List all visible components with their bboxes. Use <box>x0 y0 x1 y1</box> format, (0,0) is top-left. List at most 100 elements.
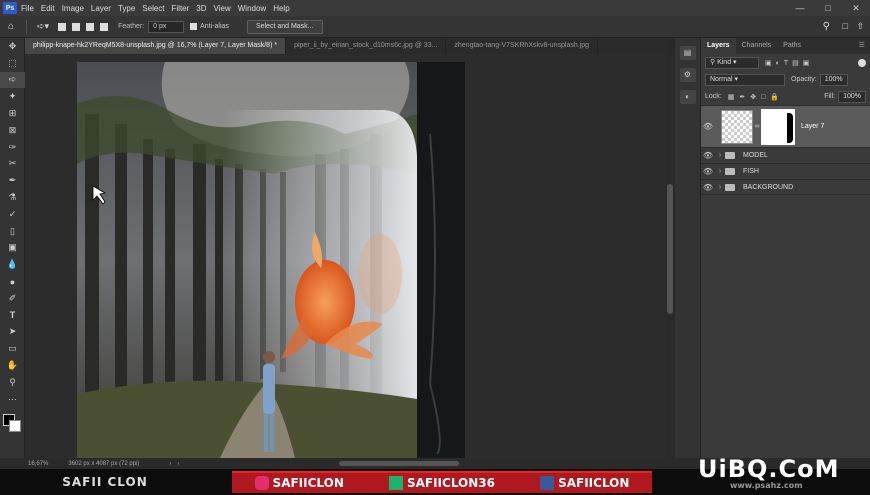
menu-help[interactable]: Help <box>273 4 289 13</box>
scrollbar-thumb[interactable] <box>667 184 673 314</box>
menu-3d[interactable]: 3D <box>196 4 206 13</box>
folder-icon <box>725 183 735 191</box>
layer-thumbnail[interactable] <box>721 109 753 144</box>
tab-philipp-knape[interactable]: philipp-knape-hk2YReqM5X8-unsplash.jpg @… <box>25 38 287 54</box>
rectangle-tool-icon[interactable]: ▭ <box>0 340 25 357</box>
vertical-scrollbar[interactable] <box>665 54 675 458</box>
eraser-tool-icon[interactable]: ▯ <box>0 223 25 240</box>
menu-layer[interactable]: Layer <box>91 4 111 13</box>
path-selection-tool-icon[interactable]: ➤ <box>0 324 25 341</box>
marquee-tool-icon[interactable]: ⬚ <box>0 55 25 72</box>
chevron-right-icon[interactable]: › <box>169 461 171 467</box>
move-tool-icon[interactable]: ✥ <box>0 38 25 55</box>
fill-input[interactable]: 100% <box>838 90 866 103</box>
brush-tool-icon[interactable]: ✒ <box>0 172 25 189</box>
subtract-selection-icon[interactable] <box>86 22 95 31</box>
layer-row-fish[interactable]: 👁 › FISH <box>701 163 870 179</box>
layer-name[interactable]: BACKGROUND <box>743 184 793 191</box>
layer-name[interactable]: FISH <box>743 168 759 175</box>
chevron-right-icon[interactable]: › <box>715 184 725 191</box>
canvas-area[interactable] <box>25 54 665 458</box>
blend-mode-select[interactable]: Normal ▾ <box>705 73 785 86</box>
lasso-preset-icon[interactable]: ➪▾ <box>37 21 49 32</box>
select-and-mask-button[interactable]: Select and Mask... <box>246 19 323 34</box>
minimize-icon[interactable]: — <box>786 0 814 16</box>
menu-filter[interactable]: Filter <box>172 4 190 13</box>
intersect-selection-icon[interactable] <box>100 22 109 31</box>
menu-view[interactable]: View <box>214 4 231 13</box>
kind-label: Kind <box>717 58 732 66</box>
close-icon[interactable]: ✕ <box>842 0 870 16</box>
quick-select-tool-icon[interactable]: ✦ <box>0 88 25 105</box>
tab-layers[interactable]: Layers <box>701 38 736 54</box>
maximize-icon[interactable]: □ <box>814 0 842 16</box>
visibility-eye-icon[interactable]: 👁 <box>701 151 715 160</box>
social-strip: SAFIICLON SAFIICLON36 SAFIICLON <box>232 471 652 493</box>
color-swatches[interactable] <box>0 408 24 438</box>
menu-file[interactable]: File <box>21 4 34 13</box>
panel-menu-icon[interactable]: ☰ <box>859 38 870 54</box>
layer-row-background[interactable]: 👁 › BACKGROUND <box>701 179 870 195</box>
healing-brush-tool-icon[interactable]: ✂ <box>0 156 25 173</box>
add-selection-icon[interactable] <box>72 22 81 31</box>
menu-image[interactable]: Image <box>62 4 84 13</box>
layer-name[interactable]: Layer 7 <box>801 123 824 130</box>
antialias-checkbox[interactable] <box>190 23 198 30</box>
layer-row-layer7[interactable]: 👁 ∞ Layer 7 <box>701 105 870 147</box>
properties-panel-icon[interactable]: ⚙ <box>679 68 696 82</box>
menu-edit[interactable]: Edit <box>41 4 55 13</box>
visibility-eye-icon[interactable]: 👁 <box>701 122 715 131</box>
crop-tool-icon[interactable]: ⊞ <box>0 105 25 122</box>
clone-stamp-tool-icon[interactable]: ⚗ <box>0 189 25 206</box>
gradient-tool-icon[interactable]: ▣ <box>0 240 25 257</box>
home-icon[interactable]: ⌂ <box>0 21 22 32</box>
filter-toggle[interactable] <box>858 58 866 67</box>
vine-text: SAFIICLON36 <box>406 475 495 490</box>
visibility-eye-icon[interactable]: 👁 <box>701 183 715 192</box>
frame-tool-icon[interactable]: ⊠ <box>0 122 25 139</box>
tab-zhengtao-tang[interactable]: zhengtao-tang-V7SKRhXskv8-unsplash.jpg <box>446 38 599 54</box>
link-icon[interactable]: ∞ <box>753 123 761 130</box>
dodge-tool-icon[interactable]: ● <box>0 273 25 290</box>
menu-window[interactable]: Window <box>238 4 266 13</box>
tab-channels[interactable]: Channels <box>736 38 778 54</box>
filter-type-icons[interactable]: ▣◐T▤▣ <box>765 59 813 67</box>
blur-tool-icon[interactable]: 💧 <box>0 256 25 273</box>
document-canvas[interactable] <box>25 54 665 458</box>
workspace-icon[interactable]: □ <box>843 21 848 31</box>
lasso-tool-icon[interactable]: ➪ <box>0 71 25 89</box>
tab-paths[interactable]: Paths <box>777 38 807 54</box>
menu-select[interactable]: Select <box>142 4 164 13</box>
menu-type[interactable]: Type <box>118 4 135 13</box>
more-tools-icon[interactable]: ⋯ <box>0 391 25 408</box>
layer-mask-thumbnail[interactable] <box>761 108 795 145</box>
document-tabs: philipp-knape-hk2YReqM5X8-unsplash.jpg @… <box>25 38 670 54</box>
share-icon[interactable]: ⇧ <box>856 21 864 32</box>
hand-tool-icon[interactable]: ✋ <box>0 357 25 374</box>
lock-icons[interactable]: ▦✒✥□🔒 <box>728 93 784 101</box>
horizontal-scrollbar[interactable] <box>339 461 460 466</box>
chevron-left-icon[interactable]: ‹ <box>177 461 179 467</box>
layer-name[interactable]: MODEL <box>743 152 768 159</box>
new-selection-icon[interactable] <box>58 22 67 31</box>
kind-filter[interactable]: ⚲ Kind ▾ <box>705 56 759 69</box>
history-panel-icon[interactable]: ▤ <box>679 46 696 60</box>
chevron-right-icon[interactable]: › <box>715 168 725 175</box>
visibility-eye-icon[interactable]: 👁 <box>701 167 715 176</box>
lock-row: Lock: ▦✒✥□🔒 Fill: 100% <box>701 88 870 105</box>
feather-input[interactable]: 0 px <box>148 20 185 33</box>
layer-row-model[interactable]: 👁 › MODEL <box>701 147 870 163</box>
zoom-level[interactable]: 16,67% <box>28 461 48 467</box>
zoom-tool-icon[interactable]: ⚲ <box>0 374 25 391</box>
background-color[interactable] <box>9 419 21 432</box>
tab-piper[interactable]: piper_ii_by_eirian_stock_d10ms6c.jpg @ 3… <box>286 38 447 54</box>
history-brush-tool-icon[interactable]: ✓ <box>0 206 25 223</box>
adjustments-panel-icon[interactable]: ◐ <box>679 90 696 104</box>
chevron-right-icon[interactable]: › <box>715 152 725 159</box>
type-tool-icon[interactable]: T <box>0 307 25 324</box>
search-icon[interactable]: ⚲ <box>823 21 830 32</box>
photoshop-logo[interactable]: Ps <box>3 2 17 14</box>
eyedropper-tool-icon[interactable]: ✑ <box>0 139 25 156</box>
opacity-input[interactable]: 100% <box>819 73 848 86</box>
pen-tool-icon[interactable]: ✐ <box>0 290 25 307</box>
